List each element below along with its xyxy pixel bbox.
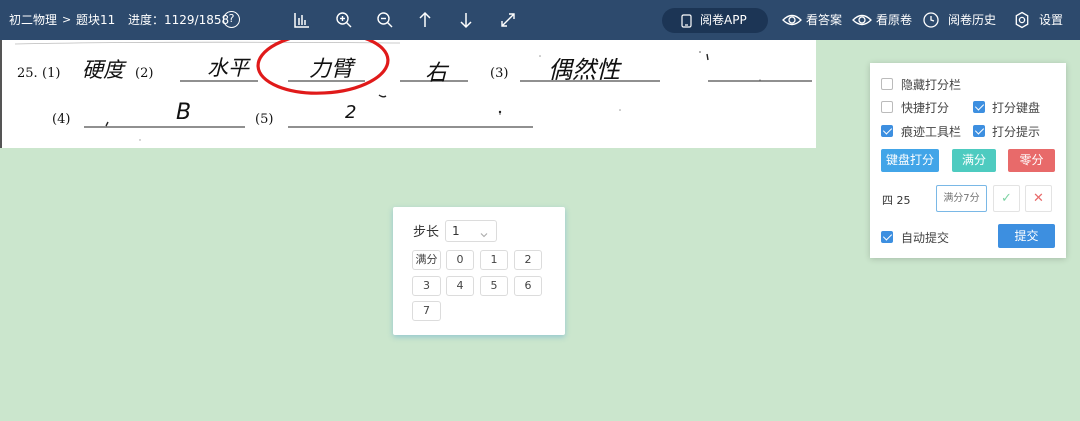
auto-submit-checkbox[interactable] (881, 231, 893, 243)
full-score-button[interactable]: 满分 (952, 149, 996, 172)
arrow-up-icon[interactable] (415, 10, 435, 30)
histogram-icon[interactable] (292, 10, 312, 30)
chevron-down-icon (479, 226, 489, 246)
answer-sheet-image[interactable]: 25. (1) (2) (3) (4) (5) 硬度 水平 力臂 右 偶然性 B… (0, 40, 816, 148)
score-button[interactable]: 1 (480, 250, 508, 270)
gear-icon (1013, 11, 1031, 29)
view-answer-label: 看答案 (806, 13, 843, 27)
step-value: 1 (452, 224, 460, 238)
score-button[interactable]: 7 (412, 301, 441, 321)
expand-icon[interactable] (498, 10, 518, 30)
score-button[interactable]: 5 (480, 276, 508, 296)
app-button[interactable]: 阅卷APP (662, 8, 768, 33)
clock-icon (922, 11, 940, 29)
keyboard-score-button[interactable]: 键盘打分 (881, 149, 939, 172)
subject-label: 初二物理 (9, 13, 58, 27)
part-label: (3) (490, 66, 508, 81)
history-button[interactable]: 阅卷历史 (922, 0, 998, 40)
score-button[interactable]: 3 (412, 276, 441, 296)
answer-text: 力臂 (309, 57, 356, 82)
scoring-panel: 隐藏打分栏 快捷打分 打分键盘 痕迹工具栏 打分提示 键盘打分 满分 零分 四 … (870, 63, 1066, 258)
score-keyboard-checkbox[interactable] (973, 101, 985, 113)
score-input[interactable] (936, 185, 987, 212)
score-tip-checkbox[interactable] (973, 125, 985, 137)
settings-button[interactable]: 设置 (1013, 0, 1065, 40)
step-score-panel: 步长 1 满分 0 1 2 3 4 5 6 7 (393, 207, 565, 335)
eye-icon (782, 11, 802, 29)
answer-text: 硬度 (82, 58, 127, 82)
answer-text: 水平 (207, 56, 251, 80)
view-original-button[interactable]: 看原卷 (852, 0, 912, 40)
zoom-in-icon[interactable] (334, 10, 354, 30)
score-keyboard-label: 打分键盘 (992, 101, 1041, 115)
step-select[interactable]: 1 (445, 220, 497, 242)
part-label: (2) (135, 66, 153, 81)
hide-bar-checkbox[interactable] (881, 78, 893, 90)
question-number: 25. (17, 66, 38, 81)
auto-submit-label: 自动提交 (901, 231, 950, 245)
score-button[interactable]: 2 (514, 250, 542, 270)
trace-toolbar-label: 痕迹工具栏 (901, 125, 962, 139)
help-icon[interactable]: ? (223, 11, 240, 28)
top-bar: 初二物理 > 题块11 进度： 1129/1858 ? 阅卷APP 看答案 看原… (0, 0, 1080, 40)
score-tip-label: 打分提示 (992, 125, 1041, 139)
trace-toolbar-checkbox[interactable] (881, 125, 893, 137)
view-answer-button[interactable]: 看答案 (782, 0, 842, 40)
cancel-icon[interactable]: ✕ (1025, 185, 1052, 212)
hide-bar-label: 隐藏打分栏 (901, 78, 962, 92)
full-score-button[interactable]: 满分 (412, 250, 441, 270)
progress-label: 进度： (128, 13, 165, 27)
answer-text: 右 (425, 61, 450, 86)
history-label: 阅卷历史 (948, 13, 997, 27)
eye-icon (852, 11, 872, 29)
quick-score-checkbox[interactable] (881, 101, 893, 113)
answer-text: 2 (345, 102, 356, 123)
score-button[interactable]: 0 (446, 250, 474, 270)
arrow-down-icon[interactable] (456, 10, 476, 30)
zoom-out-icon[interactable] (375, 10, 395, 30)
part-label: (1) (42, 66, 60, 81)
progress-value: 1129/1858 (164, 13, 230, 27)
part-label: (4) (52, 112, 70, 127)
question-label: 四 25 (882, 194, 911, 207)
score-button[interactable]: 4 (446, 276, 474, 296)
submit-button[interactable]: 提交 (998, 224, 1055, 248)
confirm-check-icon[interactable]: ✓ (993, 185, 1020, 212)
answer-text: 偶然性 (548, 56, 622, 84)
step-label: 步长 (413, 225, 440, 240)
app-button-label: 阅卷APP (700, 13, 747, 27)
breadcrumb-separator: > (62, 13, 72, 26)
answer-text: B (176, 100, 191, 125)
zero-score-button[interactable]: 零分 (1008, 149, 1055, 172)
view-original-label: 看原卷 (876, 13, 913, 27)
part-label: (5) (255, 112, 273, 127)
score-button[interactable]: 6 (514, 276, 542, 296)
quick-score-label: 快捷打分 (901, 101, 950, 115)
phone-icon (681, 14, 692, 28)
settings-label: 设置 (1039, 13, 1064, 27)
block-label: 题块11 (76, 13, 116, 27)
